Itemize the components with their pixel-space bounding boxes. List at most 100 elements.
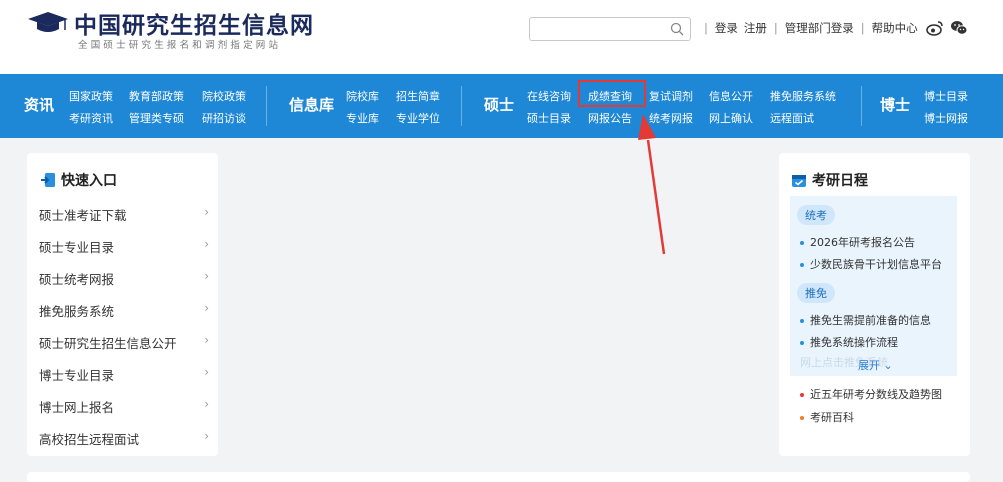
admin-login-link[interactable]: 管理部门登录 <box>785 20 854 36</box>
nav-link[interactable]: 硕士目录 <box>527 110 571 126</box>
nav-link[interactable]: 院校库 <box>346 88 379 104</box>
nav-link[interactable]: 推免服务系统 <box>770 88 836 104</box>
quick-entry-item[interactable]: 硕士专业目录 › <box>39 237 209 256</box>
schedule-item[interactable]: 推免系统操作流程 <box>800 334 898 350</box>
schedule-item[interactable]: 少数民族骨干计划信息平台 <box>800 256 942 272</box>
nav-link[interactable]: 院校政策 <box>202 88 246 104</box>
site-title: 中国研究生招生信息网 <box>74 12 314 39</box>
chevron-right-icon: › <box>204 365 209 379</box>
nav-link[interactable]: 在线咨询 <box>527 88 571 104</box>
quick-entry-item[interactable]: 博士专业目录 › <box>39 365 209 384</box>
divider: | <box>704 21 708 35</box>
tag-unified-exam[interactable]: 统考 <box>797 205 835 225</box>
main-nav: 资讯 国家政策 教育部政策 院校政策 考研资讯 管理类专硕 研招访谈 信息库 院… <box>0 74 1003 138</box>
search-input[interactable] <box>529 17 691 41</box>
chevron-right-icon: › <box>204 205 209 219</box>
nav-divider <box>861 86 862 126</box>
schedule-box: 统考 2026年研考报名公告 少数民族骨干计划信息平台 推免 推免生需提前准备的… <box>790 196 957 376</box>
schedule-item[interactable]: 推免生需提前准备的信息 <box>800 312 931 328</box>
help-center-link[interactable]: 帮助中心 <box>872 20 918 36</box>
divider: | <box>773 21 778 35</box>
nav-link[interactable]: 专业学位 <box>396 110 440 126</box>
expand-label: 展开 <box>858 359 880 372</box>
quick-entry-title: 快速入口 <box>40 170 117 190</box>
nav-link[interactable]: 信息公开 <box>709 88 753 104</box>
nav-category-news[interactable]: 资讯 <box>24 94 54 115</box>
calendar-icon <box>792 175 806 187</box>
nav-link[interactable]: 考研资讯 <box>69 110 113 126</box>
quick-entry-label: 快速入口 <box>61 173 117 189</box>
nav-link[interactable]: 博士目录 <box>924 88 968 104</box>
quick-entry-item[interactable]: 硕士研究生招生信息公开 › <box>39 333 209 352</box>
login-link[interactable]: 登录 <box>715 20 738 36</box>
entry-icon <box>41 173 55 187</box>
header: 中国研究生招生信息网 全国硕士研究生报名和调剂指定网站 | 登录 注册 | 管理… <box>0 0 1003 74</box>
item-label: 近五年研考分数线及趋势图 <box>810 388 942 401</box>
schedule-item[interactable]: 2026年研考报名公告 <box>800 234 915 250</box>
annotation-arrow-icon <box>638 114 666 255</box>
expand-button[interactable]: 展开 ⌄ <box>858 357 893 373</box>
bullet <box>800 393 804 397</box>
kaoyan-wiki-link[interactable]: 考研百科 <box>800 409 854 425</box>
nav-link[interactable]: 远程面试 <box>770 110 814 126</box>
schedule-label: 考研日程 <box>812 173 868 189</box>
quick-entry-item[interactable]: 高校招生远程面试 › <box>39 429 209 448</box>
item-label: 硕士研究生招生信息公开 <box>39 336 177 351</box>
schedule-title: 考研日程 <box>791 170 868 190</box>
quick-entry-item[interactable]: 推免服务系统 › <box>39 301 209 320</box>
nav-link[interactable]: 国家政策 <box>69 88 113 104</box>
quick-entry-panel: 快速入口 硕士准考证下载 › 硕士专业目录 › 硕士统考网报 › 推免服务系统 › 硕士… <box>27 153 218 456</box>
item-label: 推免服务系统 <box>39 304 115 319</box>
chevron-right-icon: › <box>204 429 209 443</box>
divider: | <box>860 21 865 35</box>
chevron-right-icon: › <box>204 333 209 347</box>
highlight-box <box>578 80 646 107</box>
chevron-right-icon: › <box>204 397 209 411</box>
item-label: 硕士统考网报 <box>39 272 115 287</box>
bottom-card <box>27 472 970 482</box>
chevron-right-icon: › <box>204 237 209 251</box>
quick-entry-item[interactable]: 硕士准考证下载 › <box>39 205 209 224</box>
wechat-icon[interactable] <box>950 20 968 36</box>
nav-category-database[interactable]: 信息库 <box>289 94 334 115</box>
register-link[interactable]: 注册 <box>744 20 767 36</box>
nav-link[interactable]: 研招访谈 <box>202 110 246 126</box>
weibo-icon[interactable] <box>925 20 944 36</box>
top-links: | 登录 注册 | 管理部门登录 | 帮助中心 <box>697 20 968 36</box>
item-label: 硕士专业目录 <box>39 240 115 255</box>
nav-link[interactable]: 招生简章 <box>396 88 440 104</box>
chevron-down-icon: ⌄ <box>883 359 893 372</box>
item-label: 硕士准考证下载 <box>39 208 127 223</box>
item-label: 高校招生远程面试 <box>39 432 140 447</box>
item-label: 推免生需提前准备的信息 <box>810 314 931 327</box>
nav-divider <box>461 86 462 126</box>
site-subtitle: 全国硕士研究生报名和调剂指定网站 <box>78 40 282 51</box>
nav-category-master[interactable]: 硕士 <box>484 94 514 115</box>
nav-divider <box>266 86 267 126</box>
chevron-right-icon: › <box>204 301 209 315</box>
bullet <box>800 341 804 345</box>
score-trend-link[interactable]: 近五年研考分数线及趋势图 <box>800 386 942 402</box>
nav-link[interactable]: 网报公告 <box>588 110 632 126</box>
nav-category-doctor[interactable]: 博士 <box>880 94 910 115</box>
nav-link[interactable]: 教育部政策 <box>129 88 184 104</box>
item-label: 博士专业目录 <box>39 368 115 383</box>
bullet <box>800 416 804 420</box>
item-label: 2026年研考报名公告 <box>810 236 915 249</box>
quick-entry-item[interactable]: 博士网上报名 › <box>39 397 209 416</box>
nav-link[interactable]: 博士网报 <box>924 110 968 126</box>
bullet <box>800 241 804 245</box>
nav-link[interactable]: 管理类专硕 <box>129 110 184 126</box>
item-label: 考研百科 <box>810 411 854 424</box>
quick-entry-item[interactable]: 硕士统考网报 › <box>39 269 209 288</box>
item-label: 推免系统操作流程 <box>810 336 898 349</box>
bullet <box>800 319 804 323</box>
nav-link[interactable]: 专业库 <box>346 110 379 126</box>
item-label: 博士网上报名 <box>39 400 115 415</box>
search-icon[interactable] <box>670 22 684 36</box>
bullet <box>800 263 804 267</box>
nav-link[interactable]: 网上确认 <box>709 110 753 126</box>
tag-recommend[interactable]: 推免 <box>797 283 835 303</box>
nav-link[interactable]: 复试调剂 <box>649 88 693 104</box>
graduation-cap-icon <box>28 12 68 32</box>
